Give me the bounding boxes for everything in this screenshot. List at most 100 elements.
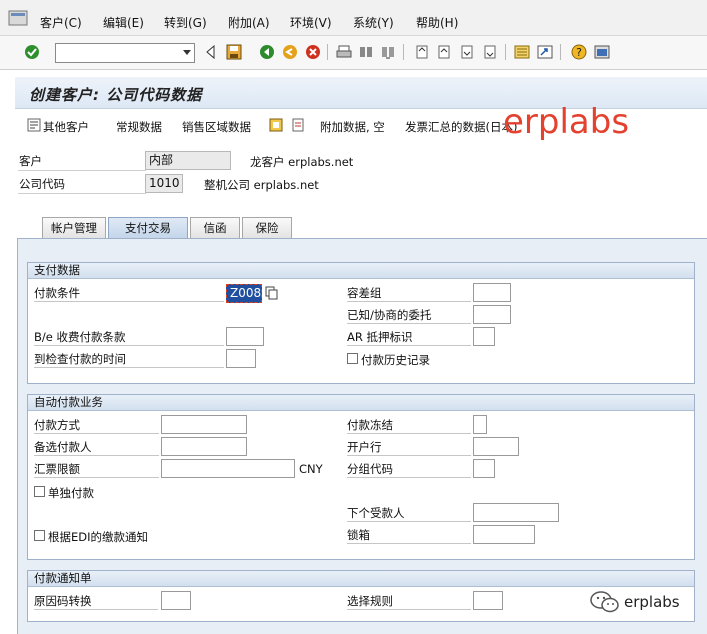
tolerance-group-label: 容差组	[347, 284, 471, 302]
group-header: 付款通知单	[28, 571, 694, 587]
invoice-summary-button[interactable]: 发票汇总的数据(日本)	[405, 119, 517, 135]
chevron-down-icon[interactable]	[183, 50, 191, 55]
next-payee-label: 下个受款人	[347, 504, 471, 522]
menu-goto[interactable]: 转到(G)	[164, 14, 207, 31]
svg-text:?: ?	[576, 46, 582, 59]
watermark-text: erplabs	[503, 102, 630, 142]
payment-history-label: 付款历史记录	[361, 353, 430, 367]
command-field[interactable]	[55, 43, 195, 63]
toolbar-separator	[403, 44, 404, 60]
house-bank-input[interactable]	[473, 437, 519, 456]
tab-insurance[interactable]: 保险	[242, 217, 292, 239]
company-code-label: 公司代码	[19, 177, 65, 191]
find-icon[interactable]	[358, 44, 374, 60]
reason-code-conversion-input[interactable]	[161, 591, 191, 610]
menu-customer[interactable]: 客户(C)	[40, 14, 82, 31]
menu-system[interactable]: 系统(Y)	[353, 14, 394, 31]
company-code-description: 整机公司 erplabs.net	[204, 178, 319, 192]
reason-code-conversion-label: 原因码转换	[34, 592, 158, 610]
menu-edit[interactable]: 编辑(E)	[103, 14, 144, 31]
group-header: 支付数据	[28, 263, 694, 279]
menu-help[interactable]: 帮助(H)	[416, 14, 458, 31]
lockbox-label: 锁箱	[347, 526, 471, 544]
next-page-icon[interactable]	[459, 44, 475, 60]
tolerance-group-input[interactable]	[473, 283, 511, 302]
cancel-icon[interactable]	[305, 44, 321, 60]
general-data-button[interactable]: 常规数据	[116, 119, 162, 135]
tab-account-management[interactable]: 帐户管理	[42, 217, 106, 239]
house-bank-label: 开户行	[347, 438, 471, 456]
be-charges-label: B/e 收费付款条款	[34, 328, 224, 346]
toolbar-separator	[327, 44, 328, 60]
company-code-field: 1010	[145, 174, 183, 193]
toolbar-separator	[505, 44, 506, 60]
save-icon[interactable]	[226, 44, 242, 60]
wechat-logo-icon	[590, 591, 619, 613]
menu-bar: 客户(C) 编辑(E) 转到(G) 附加(A) 环境(V) 系统(Y) 帮助(H…	[0, 0, 707, 36]
edi-advice-label: 根据EDI的缴款通知	[48, 530, 149, 544]
known-mandate-label: 已知/协商的委托	[347, 306, 471, 324]
exit-icon[interactable]	[282, 44, 298, 60]
next-payee-input[interactable]	[473, 503, 559, 522]
payment-terms-input[interactable]: Z008	[226, 284, 262, 303]
additional-data-empty-button[interactable]: 附加数据, 空	[320, 119, 385, 135]
customize-layout-icon[interactable]	[594, 44, 610, 60]
payment-block-label: 付款冻结	[347, 416, 471, 434]
brand-text: erplabs	[624, 593, 680, 611]
sales-area-data-button[interactable]: 销售区域数据	[182, 119, 251, 135]
tab-payment-transactions[interactable]: 支付交易	[108, 217, 188, 239]
document-icon[interactable]	[291, 118, 305, 132]
ar-pledge-label: AR 抵押标识	[347, 328, 471, 346]
ar-pledge-input[interactable]	[473, 327, 495, 346]
toolbar-separator	[560, 44, 561, 60]
check-time-label: 到检查付款的时间	[34, 350, 224, 368]
alternative-payer-label: 备选付款人	[34, 438, 159, 456]
payment-history-checkbox[interactable]	[347, 353, 358, 364]
help-icon[interactable]: ?	[571, 44, 587, 60]
payment-block-input[interactable]	[473, 415, 487, 434]
tab-correspondence[interactable]: 信函	[190, 217, 240, 239]
shortcut-icon[interactable]	[537, 44, 553, 60]
known-mandate-input[interactable]	[473, 305, 511, 324]
payment-methods-label: 付款方式	[34, 416, 159, 434]
lockbox-input[interactable]	[473, 525, 535, 544]
bill-limit-input[interactable]	[161, 459, 295, 478]
header-divider	[18, 193, 146, 194]
header-divider	[18, 170, 146, 171]
customer-field: 内部	[145, 151, 231, 170]
payment-methods-input[interactable]	[161, 415, 247, 434]
selection-rule-input[interactable]	[473, 591, 503, 610]
other-customer-icon[interactable]	[27, 118, 41, 132]
grouping-key-label: 分组代码	[347, 460, 471, 478]
back-arrow-small-icon[interactable]	[203, 44, 219, 60]
additional-data-icon[interactable]	[269, 118, 283, 132]
other-customer-button[interactable]: 其他客户	[43, 119, 89, 135]
customer-description: 龙客户 erplabs.net	[250, 155, 354, 169]
find-next-icon[interactable]	[380, 44, 396, 60]
check-time-input[interactable]	[226, 349, 256, 368]
bill-limit-label: 汇票限额	[34, 460, 159, 478]
page-title: 创建客户: 公司代码数据	[29, 86, 203, 104]
previous-page-icon[interactable]	[436, 44, 452, 60]
new-session-icon[interactable]	[514, 44, 530, 60]
individual-payment-checkbox[interactable]	[34, 486, 45, 497]
copy-icon[interactable]	[265, 286, 279, 300]
system-menu-icon[interactable]	[8, 9, 28, 27]
selection-rule-label: 选择规则	[347, 592, 471, 610]
grouping-key-input[interactable]	[473, 459, 495, 478]
group-header: 自动付款业务	[28, 395, 694, 411]
alternative-payer-input[interactable]	[161, 437, 247, 456]
currency-label: CNY	[299, 462, 323, 476]
individual-payment-label: 单独付款	[48, 486, 94, 500]
menu-environment[interactable]: 环境(V)	[290, 14, 332, 31]
customer-label: 客户	[19, 154, 42, 168]
back-icon[interactable]	[259, 44, 275, 60]
edi-advice-checkbox[interactable]	[34, 530, 45, 541]
print-icon[interactable]	[336, 44, 352, 60]
payment-terms-label: 付款条件	[34, 284, 224, 302]
be-charges-input[interactable]	[226, 327, 264, 346]
enter-check-icon[interactable]	[24, 44, 40, 60]
first-page-icon[interactable]	[414, 44, 430, 60]
last-page-icon[interactable]	[482, 44, 498, 60]
menu-extras[interactable]: 附加(A)	[228, 14, 270, 31]
